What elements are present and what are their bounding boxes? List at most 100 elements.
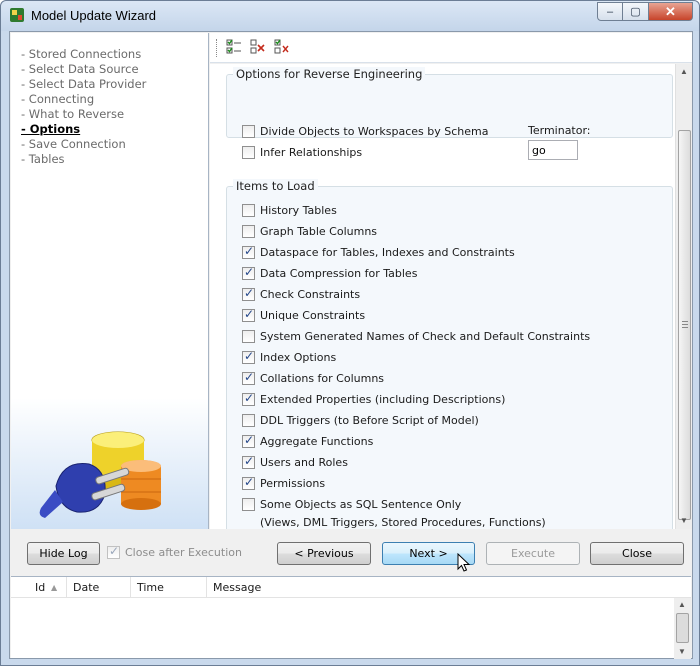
checkbox-label: DDL Triggers (to Before Script of Model) [260, 413, 479, 427]
options-vertical-scrollbar[interactable]: ▲ ▼ [675, 64, 692, 529]
load-item-checkbox[interactable]: Unique Constraints [242, 306, 365, 324]
wizard-steps-list: - Stored Connections - Select Data Source… [21, 47, 146, 167]
log-col-date[interactable]: Date [67, 577, 131, 598]
checkbox-box[interactable] [242, 286, 255, 301]
wizard-step-1[interactable]: - Select Data Source [21, 62, 146, 77]
infer-relationships-checkbox[interactable]: Infer Relationships [242, 143, 362, 161]
load-item-checkbox[interactable]: Users and Roles [242, 453, 348, 471]
checkbox-label: Collations for Columns [260, 371, 385, 385]
load-item-checkbox[interactable]: System Generated Names of Check and Defa… [242, 327, 590, 345]
wizard-step-4[interactable]: - What to Reverse [21, 107, 146, 122]
sort-ascending-icon: ▲ [51, 583, 58, 592]
wizard-step-7[interactable]: - Tables [21, 152, 146, 167]
wizard-illustration [11, 398, 208, 529]
scroll-down-icon[interactable]: ▼ [679, 516, 689, 526]
checkbox-label: Infer Relationships [260, 145, 363, 159]
checkbox-box[interactable] [242, 497, 255, 511]
load-item-checkbox[interactable]: Collations for Columns [242, 369, 384, 387]
checkbox-label: Data Compression for Tables [260, 266, 418, 280]
checkbox-box[interactable] [242, 370, 255, 385]
terminator-input[interactable] [528, 140, 578, 160]
load-item-checkbox[interactable]: History Tables [242, 201, 337, 219]
load-item-checkbox[interactable]: Data Compression for Tables [242, 264, 417, 282]
checkbox-box[interactable] [242, 454, 255, 469]
log-scroll-up-icon[interactable]: ▲ [677, 600, 687, 610]
load-item-checkbox[interactable]: Dataspace for Tables, Indexes and Constr… [242, 243, 515, 261]
checkbox-box[interactable] [242, 349, 255, 364]
log-col-time[interactable]: Time [131, 577, 207, 598]
checkbox-label: Dataspace for Tables, Indexes and Constr… [260, 245, 515, 259]
log-scroll-down-icon[interactable]: ▼ [677, 647, 687, 657]
load-item-checkbox[interactable]: Some Objects as SQL Sentence Only [242, 495, 461, 513]
maximize-button[interactable]: ▢ [623, 2, 649, 21]
checkbox-label: Graph Table Columns [260, 224, 378, 238]
load-item-checkbox[interactable]: Check Constraints [242, 285, 360, 303]
log-col-id[interactable]: Id ▲ [11, 577, 67, 598]
checkbox-box[interactable] [242, 244, 255, 259]
checkbox-box[interactable] [242, 475, 255, 490]
checkbox-box[interactable] [242, 224, 255, 238]
title-bar[interactable]: Model Update Wizard – ▢ ✕ [1, 1, 699, 31]
log-panel: Id ▲ Date Time Message ▲ ▼ [11, 576, 691, 659]
scroll-up-icon[interactable]: ▲ [679, 67, 689, 77]
load-item-checkbox[interactable]: Extended Properties (including Descripti… [242, 390, 505, 408]
invert-check-icon[interactable] [274, 39, 290, 55]
options-scroll-pane[interactable]: Options for Reverse Engineering Divide O… [210, 64, 692, 529]
hide-log-button[interactable]: Hide Log [27, 542, 100, 565]
load-item-checkbox[interactable]: Aggregate Functions [242, 432, 373, 450]
load-item-checkbox[interactable]: Index Options [242, 348, 336, 366]
checkbox-label: Users and Roles [260, 455, 348, 469]
log-vertical-scrollbar[interactable]: ▲ ▼ [674, 598, 691, 659]
checkbox-box[interactable] [242, 145, 255, 159]
scroll-thumb[interactable] [678, 130, 691, 520]
wizard-step-0[interactable]: - Stored Connections [21, 47, 146, 62]
close-after-execution-checkbox: Close after Execution [107, 544, 242, 559]
checkbox-label: Close after Execution [125, 546, 242, 559]
button-bar: Hide Log Close after Execution < Previou… [10, 530, 692, 572]
close-icon: ✕ [665, 3, 676, 19]
wizard-step-3[interactable]: - Connecting [21, 92, 146, 107]
close-window-button[interactable]: ✕ [649, 2, 693, 21]
minimize-icon: – [606, 5, 614, 18]
load-item-checkbox[interactable]: Permissions [242, 474, 325, 492]
uncheck-all-icon[interactable] [250, 39, 266, 55]
wizard-step-5[interactable]: - Options [21, 122, 146, 137]
log-col-id-label: Id [35, 581, 46, 594]
scroll-grip-icon [682, 321, 688, 328]
checkbox-label: System Generated Names of Check and Defa… [260, 329, 591, 343]
wizard-step-6[interactable]: - Save Connection [21, 137, 146, 152]
checkbox-box[interactable] [242, 391, 255, 406]
checkbox-box[interactable] [242, 433, 255, 448]
terminator-label: Terminator: [528, 124, 591, 137]
maximize-icon: ▢ [630, 6, 641, 18]
checkbox-label: Some Objects as SQL Sentence Only [260, 497, 462, 511]
checkbox-box[interactable] [242, 413, 255, 427]
close-button[interactable]: Close [590, 542, 684, 565]
checkbox-label: Check Constraints [260, 287, 361, 301]
load-item-checkbox[interactable]: Graph Table Columns [242, 222, 377, 240]
checkbox-label: Aggregate Functions [260, 434, 374, 448]
checkbox-box[interactable] [242, 329, 255, 343]
app-icon [10, 8, 24, 22]
checkbox-label: History Tables [260, 203, 337, 217]
checkbox-box[interactable] [242, 124, 255, 138]
log-scroll-thumb[interactable] [676, 613, 689, 643]
window-title: Model Update Wizard [31, 8, 156, 23]
log-header: Id ▲ Date Time Message [11, 577, 691, 598]
divide-objects-checkbox[interactable]: Divide Objects to Workspaces by Schema [242, 122, 489, 140]
previous-button[interactable]: < Previous [277, 542, 371, 565]
check-all-icon[interactable] [226, 39, 242, 55]
checkbox-box[interactable] [242, 203, 255, 217]
database-plug-icon [39, 431, 161, 518]
minimize-button[interactable]: – [597, 2, 623, 21]
client-area: - Stored Connections - Select Data Source… [9, 31, 693, 659]
toolbar-grip[interactable] [216, 39, 219, 57]
execute-button: Execute [486, 542, 580, 565]
mouse-cursor-icon [457, 553, 471, 572]
checkbox-box[interactable] [242, 265, 255, 280]
wizard-step-2[interactable]: - Select Data Provider [21, 77, 146, 92]
checkbox-box[interactable] [242, 307, 255, 322]
log-col-message[interactable]: Message [207, 577, 507, 598]
reverse-options-title: Options for Reverse Engineering [233, 67, 426, 81]
load-item-checkbox[interactable]: DDL Triggers (to Before Script of Model) [242, 411, 479, 429]
